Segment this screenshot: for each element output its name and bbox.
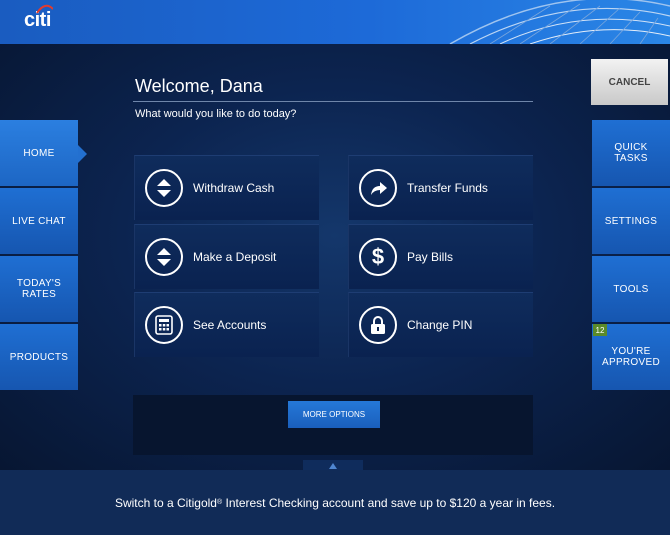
dollar-icon: $ — [359, 238, 397, 276]
withdraw-cash-label: Withdraw Cash — [193, 181, 275, 195]
transfer-funds-label: Transfer Funds — [407, 181, 488, 195]
nav-products[interactable]: PRODUCTS — [0, 324, 78, 390]
page-title: Welcome, Dana — [135, 76, 263, 96]
building-arch-graphic — [449, 0, 670, 44]
page-subtitle: What would you like to do today? — [135, 108, 297, 120]
transfer-arrow-icon — [359, 169, 397, 207]
nav-tools-label: TOOLS — [613, 283, 649, 295]
nav-live-chat[interactable]: LIVE CHAT — [0, 188, 78, 254]
lock-icon — [359, 306, 397, 344]
change-pin-label: Change PIN — [407, 318, 473, 332]
right-nav: QUICK TASKS SETTINGS TOOLS YOU'RE APPROV… — [592, 120, 670, 392]
calculator-icon — [145, 306, 183, 344]
promo-banner[interactable]: Switch to a Citigold ® Interest Checking … — [0, 470, 670, 535]
cancel-button[interactable]: CANCEL — [591, 59, 668, 105]
see-accounts-label: See Accounts — [193, 318, 267, 332]
pay-bills-button[interactable]: $ Pay Bills — [348, 224, 533, 289]
make-deposit-label: Make a Deposit — [193, 250, 277, 264]
see-accounts-button[interactable]: See Accounts — [134, 292, 319, 357]
pay-bills-label: Pay Bills — [407, 250, 454, 264]
title-divider — [133, 101, 533, 102]
caret-up-icon — [329, 463, 337, 469]
nav-settings-label: SETTINGS — [604, 215, 658, 227]
nav-quick-tasks[interactable]: QUICK TASKS — [592, 120, 670, 186]
nav-youre-approved-label: YOU'RE APPROVED — [602, 346, 660, 368]
nav-tools[interactable]: TOOLS — [592, 256, 670, 322]
change-pin-button[interactable]: Change PIN — [348, 292, 533, 357]
withdraw-cash-button[interactable]: Withdraw Cash — [134, 155, 319, 220]
transfer-funds-button[interactable]: Transfer Funds — [348, 155, 533, 220]
nav-home[interactable]: HOME — [0, 120, 87, 186]
nav-todays-rates-label: TODAY'S RATES — [16, 278, 62, 300]
promo-text-end: Interest Checking account and save up to… — [222, 495, 556, 510]
nav-quick-tasks-label: QUICK TASKS — [614, 142, 648, 164]
more-options-button[interactable]: MORE OPTIONS — [288, 401, 380, 428]
nav-products-label: PRODUCTS — [9, 351, 69, 363]
promo-text-start: Switch to a Citigold — [114, 495, 217, 510]
logo-arc-icon — [36, 4, 53, 14]
nav-settings[interactable]: SETTINGS — [592, 188, 670, 254]
nav-live-chat-label: LIVE CHAT — [12, 215, 66, 227]
citi-logo: citi — [24, 4, 53, 32]
left-nav: HOME LIVE CHAT TODAY'S RATES PRODUCTS — [0, 120, 87, 392]
deposit-icon — [145, 238, 183, 276]
top-banner: citi — [0, 0, 670, 44]
nav-todays-rates[interactable]: TODAY'S RATES — [0, 256, 78, 322]
notification-badge: 12 — [593, 324, 607, 336]
withdraw-icon — [145, 169, 183, 207]
active-pointer-icon — [78, 145, 87, 163]
nav-home-label: HOME — [23, 147, 55, 159]
make-deposit-button[interactable]: Make a Deposit — [134, 224, 319, 289]
